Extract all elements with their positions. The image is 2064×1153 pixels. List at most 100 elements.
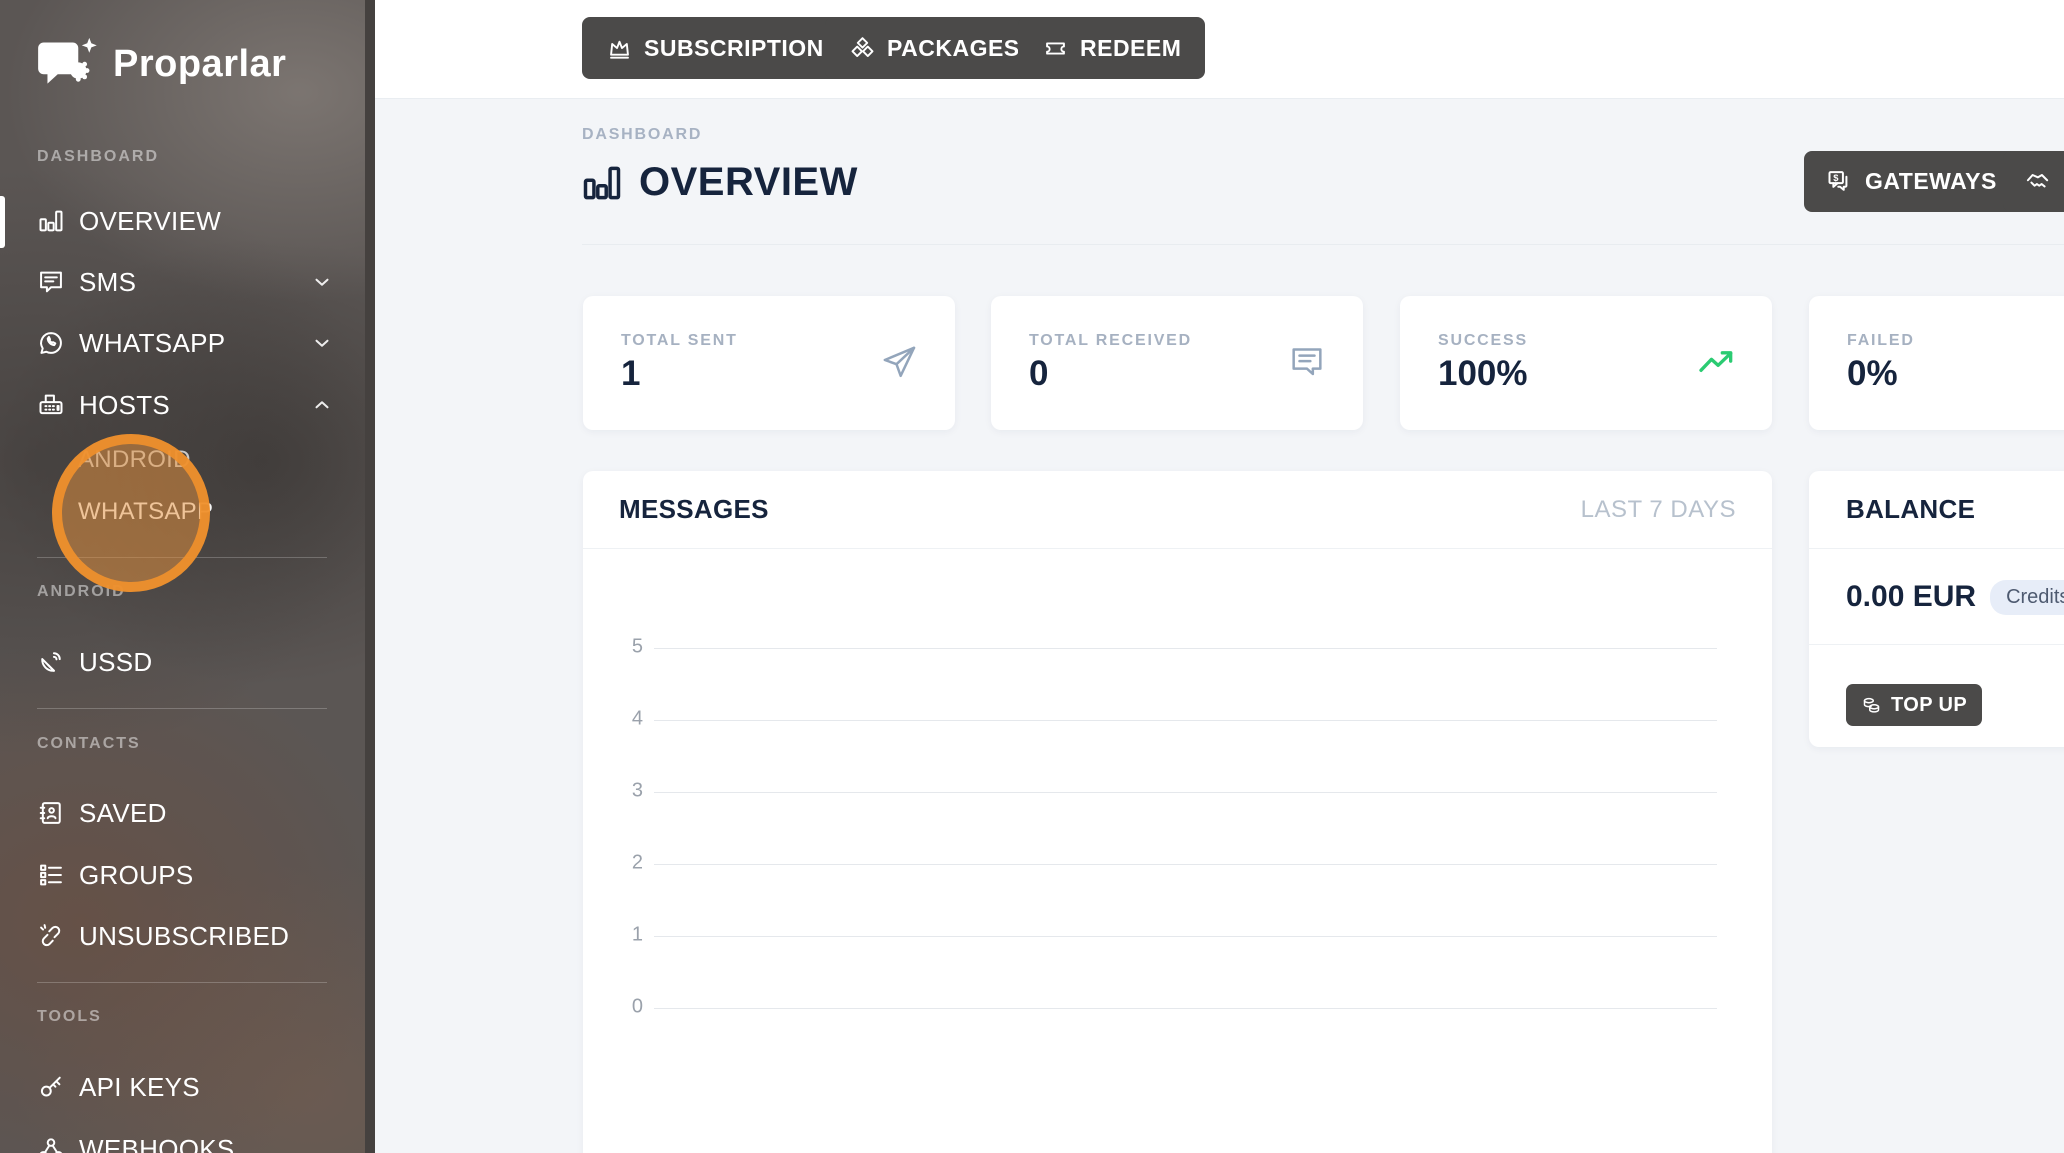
sidebar-divider bbox=[37, 982, 327, 983]
redeem-button-label: REDEEM bbox=[1080, 35, 1181, 62]
stat-value: 100% bbox=[1438, 354, 1528, 394]
gateways-button[interactable]: $ GATEWAYS bbox=[1804, 151, 2019, 212]
messages-panel-title: MESSAGES bbox=[619, 494, 769, 525]
sidebar-item-whatsapp[interactable]: WHATSAPP bbox=[0, 318, 365, 368]
sidebar-item-saved[interactable]: SAVED bbox=[0, 788, 365, 838]
whatsapp-icon bbox=[37, 329, 65, 357]
sidebar-item-label: SAVED bbox=[79, 798, 167, 829]
ticket-icon bbox=[1042, 35, 1069, 62]
chart-gridline: 4 bbox=[654, 720, 1717, 721]
y-axis-tick: 5 bbox=[603, 635, 643, 658]
webhook-icon bbox=[37, 1135, 65, 1153]
gateways-button-label: GATEWAYS bbox=[1865, 168, 1997, 195]
page-title-row: OVERVIEW bbox=[580, 160, 858, 205]
balance-panel-title: BALANCE bbox=[1846, 494, 1975, 525]
svg-text:$: $ bbox=[1833, 173, 1839, 183]
chart-gridline: 1 bbox=[654, 936, 1717, 937]
chart-gridline: 2 bbox=[654, 864, 1717, 865]
packages-button-label: PACKAGES bbox=[887, 35, 1020, 62]
sidebar-item-api-keys[interactable]: API KEYS bbox=[0, 1062, 365, 1112]
y-axis-tick: 1 bbox=[603, 923, 643, 946]
y-axis-tick: 4 bbox=[603, 707, 643, 730]
chat-lines-icon bbox=[1287, 342, 1327, 382]
paper-plane-icon bbox=[879, 342, 919, 382]
redeem-button[interactable]: REDEEM bbox=[1018, 17, 1205, 79]
stat-label: SUCCESS bbox=[1438, 332, 1528, 350]
key-icon bbox=[37, 1073, 65, 1101]
stat-value: 1 bbox=[621, 354, 640, 394]
list-icon bbox=[37, 861, 65, 889]
chevron-up-icon bbox=[311, 394, 333, 416]
sidebar-item-unsubscribed[interactable]: UNSUBSCRIBED bbox=[0, 911, 365, 961]
sidebar-item-hosts[interactable]: HOSTS bbox=[0, 380, 365, 430]
trend-up-icon bbox=[1696, 342, 1736, 382]
stat-label: FAILED bbox=[1847, 332, 1915, 350]
chart-gridline: 0 bbox=[654, 1008, 1717, 1009]
sms-message-icon bbox=[37, 268, 65, 296]
brand-name: Proparlar bbox=[113, 43, 286, 86]
sidebar: Proparlar DASHBOARD OVERVIEW SMS WHATSAP… bbox=[0, 0, 365, 1153]
stat-value: 0% bbox=[1847, 354, 1898, 394]
y-axis-tick: 0 bbox=[603, 995, 643, 1018]
header-divider bbox=[582, 244, 2064, 245]
sidebar-section-contacts: CONTACTS bbox=[37, 735, 141, 753]
stat-card-success: SUCCESS 100% bbox=[1400, 296, 1772, 430]
sidebar-item-label: OVERVIEW bbox=[79, 206, 221, 237]
packages-button[interactable]: PACKAGES bbox=[825, 17, 1044, 79]
subscription-button[interactable]: SUBSCRIPTION bbox=[582, 17, 848, 79]
messages-panel: MESSAGES LAST 7 DAYS 5 4 3 2 1 0 bbox=[583, 471, 1772, 1153]
sidebar-section-dashboard: DASHBOARD bbox=[37, 148, 159, 166]
top-up-button[interactable]: TOP UP bbox=[1846, 684, 1982, 726]
sidebar-item-label: USSD bbox=[79, 647, 152, 678]
click-highlight-annotation bbox=[52, 434, 210, 592]
balance-panel-header: BALANCE bbox=[1809, 471, 2064, 549]
sidebar-scrollbar[interactable] bbox=[365, 0, 375, 1153]
bar-chart-icon bbox=[37, 207, 65, 235]
messages-panel-header: MESSAGES LAST 7 DAYS bbox=[583, 471, 1772, 549]
sidebar-item-overview[interactable]: OVERVIEW bbox=[0, 196, 365, 246]
sidebar-item-label: UNSUBSCRIBED bbox=[79, 921, 289, 952]
sidebar-item-sms[interactable]: SMS bbox=[0, 257, 365, 307]
sidebar-divider bbox=[37, 708, 327, 709]
fax-device-icon bbox=[37, 391, 65, 419]
broken-link-icon bbox=[37, 922, 65, 950]
sidebar-item-groups[interactable]: GROUPS bbox=[0, 850, 365, 900]
satellite-dish-icon bbox=[37, 648, 65, 676]
sidebar-item-label: API KEYS bbox=[79, 1072, 200, 1103]
stat-label: TOTAL SENT bbox=[621, 332, 738, 350]
stat-value: 0 bbox=[1029, 354, 1048, 394]
crown-icon bbox=[606, 35, 633, 62]
breadcrumb: DASHBOARD bbox=[582, 126, 702, 144]
credits-badge: Credits bbox=[1990, 580, 2064, 615]
page-title: OVERVIEW bbox=[639, 160, 858, 205]
stat-card-total-received: TOTAL RECEIVED 0 bbox=[991, 296, 1363, 430]
stat-label: TOTAL RECEIVED bbox=[1029, 332, 1192, 350]
chat-bubble-logo-icon bbox=[36, 36, 100, 92]
sidebar-item-label: WEBHOOKS bbox=[79, 1134, 235, 1153]
handshake-icon bbox=[2025, 168, 2053, 196]
sidebar-item-label: WHATSAPP bbox=[79, 328, 225, 359]
top-up-button-label: TOP UP bbox=[1891, 694, 1967, 717]
stat-card-total-sent: TOTAL SENT 1 bbox=[583, 296, 955, 430]
chart-gridline: 3 bbox=[654, 792, 1717, 793]
cubes-icon bbox=[849, 35, 876, 62]
coins-icon bbox=[1861, 695, 1882, 716]
chat-dollar-icon: $ bbox=[1826, 168, 1854, 196]
sidebar-item-label: HOSTS bbox=[79, 390, 170, 421]
sidebar-item-webhooks[interactable]: WEBHOOKS bbox=[0, 1124, 365, 1153]
sidebar-section-tools: TOOLS bbox=[37, 1008, 102, 1026]
y-axis-tick: 3 bbox=[603, 779, 643, 802]
balance-panel: BALANCE 0.00 EUR Credits TOP UP bbox=[1809, 471, 2064, 747]
app-window: Proparlar DASHBOARD OVERVIEW SMS WHATSAP… bbox=[0, 0, 2064, 1153]
balance-amount: 0.00 EUR bbox=[1846, 580, 1976, 614]
chevron-down-icon bbox=[311, 332, 333, 354]
address-book-icon bbox=[37, 799, 65, 827]
bar-chart-icon bbox=[580, 161, 624, 205]
brand-logo[interactable]: Proparlar bbox=[36, 36, 286, 92]
y-axis-tick: 2 bbox=[603, 851, 643, 874]
sidebar-item-ussd[interactable]: USSD bbox=[0, 637, 365, 687]
chevron-down-icon bbox=[311, 271, 333, 293]
messages-panel-range: LAST 7 DAYS bbox=[1581, 496, 1736, 524]
partner-button-clipped[interactable]: P bbox=[2003, 151, 2064, 212]
topbar: SUBSCRIPTION PACKAGES REDEEM bbox=[375, 0, 2064, 99]
